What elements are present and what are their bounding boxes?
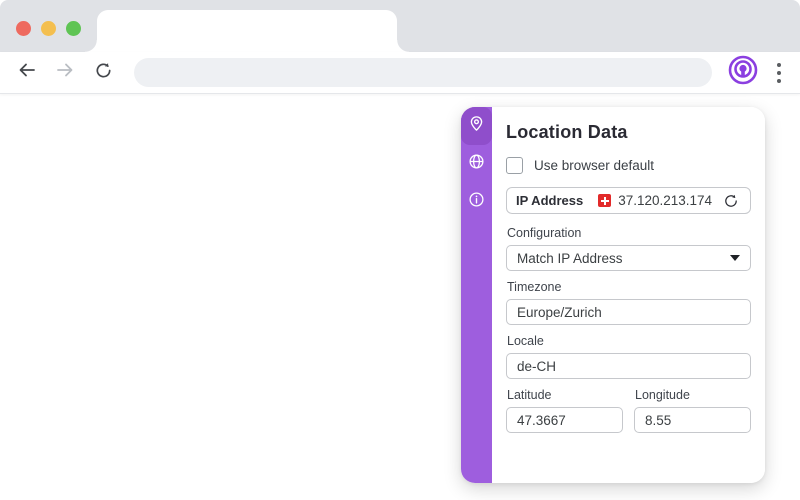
sidebar-item-location[interactable] [461, 107, 492, 145]
switzerland-flag-icon [598, 194, 612, 207]
use-browser-default-label: Use browser default [534, 158, 655, 173]
latitude-input[interactable] [506, 407, 623, 433]
kebab-dot [777, 62, 781, 67]
browser-window: Location Data Use browser default IP Add… [0, 0, 800, 500]
panel-title: Location Data [506, 122, 628, 142]
ip-address-label: IP Address [516, 193, 584, 208]
reload-button[interactable] [88, 58, 118, 88]
minimize-window-button[interactable] [41, 21, 56, 36]
info-icon [468, 191, 485, 213]
refresh-icon [725, 194, 737, 207]
longitude-label: Longitude [635, 388, 690, 402]
close-window-button[interactable] [16, 21, 31, 36]
maximize-window-button[interactable] [66, 21, 81, 36]
configuration-label: Configuration [507, 226, 582, 240]
panel-body: Location Data Use browser default IP Add… [492, 107, 765, 483]
panel-sidebar [461, 107, 492, 483]
globe-icon [468, 153, 485, 175]
use-browser-default-checkbox[interactable] [506, 157, 523, 174]
ip-address-value: 37.120.213.174 [618, 193, 713, 208]
page-content: Location Data Use browser default IP Add… [0, 94, 800, 499]
latitude-label: Latitude [507, 388, 552, 402]
locale-input[interactable] [506, 353, 751, 379]
tab-strip [0, 0, 800, 52]
use-browser-default-row: Use browser default [506, 157, 751, 174]
window-controls [16, 21, 81, 36]
location-data-panel: Location Data Use browser default IP Add… [461, 107, 765, 483]
chevron-down-icon [730, 255, 740, 261]
locale-label: Locale [507, 334, 544, 348]
refresh-ip-button[interactable] [721, 191, 741, 211]
location-pin-icon [468, 115, 485, 137]
coordinates-row: Latitude Longitude [506, 379, 751, 433]
reload-icon [94, 61, 113, 85]
forward-button[interactable] [50, 58, 80, 88]
back-button[interactable] [12, 58, 42, 88]
longitude-input[interactable] [634, 407, 751, 433]
browser-tab[interactable] [85, 10, 409, 52]
browser-toolbar [0, 52, 800, 94]
configuration-select[interactable]: Match IP Address [506, 245, 751, 271]
sidebar-item-network[interactable] [461, 145, 492, 183]
browser-menu-button[interactable] [766, 56, 792, 90]
kebab-dot [777, 78, 781, 83]
sidebar-item-info[interactable] [461, 183, 492, 221]
extension-button[interactable] [726, 54, 760, 91]
kebab-dot [777, 70, 781, 75]
configuration-value: Match IP Address [517, 250, 623, 266]
location-beacon-extension-icon [727, 54, 759, 91]
timezone-label: Timezone [507, 280, 562, 294]
ip-address-row: IP Address 37.120.213.174 [506, 187, 751, 214]
forward-arrow-icon [55, 60, 75, 85]
back-arrow-icon [17, 60, 37, 85]
address-bar[interactable] [134, 58, 712, 87]
timezone-input[interactable] [506, 299, 751, 325]
